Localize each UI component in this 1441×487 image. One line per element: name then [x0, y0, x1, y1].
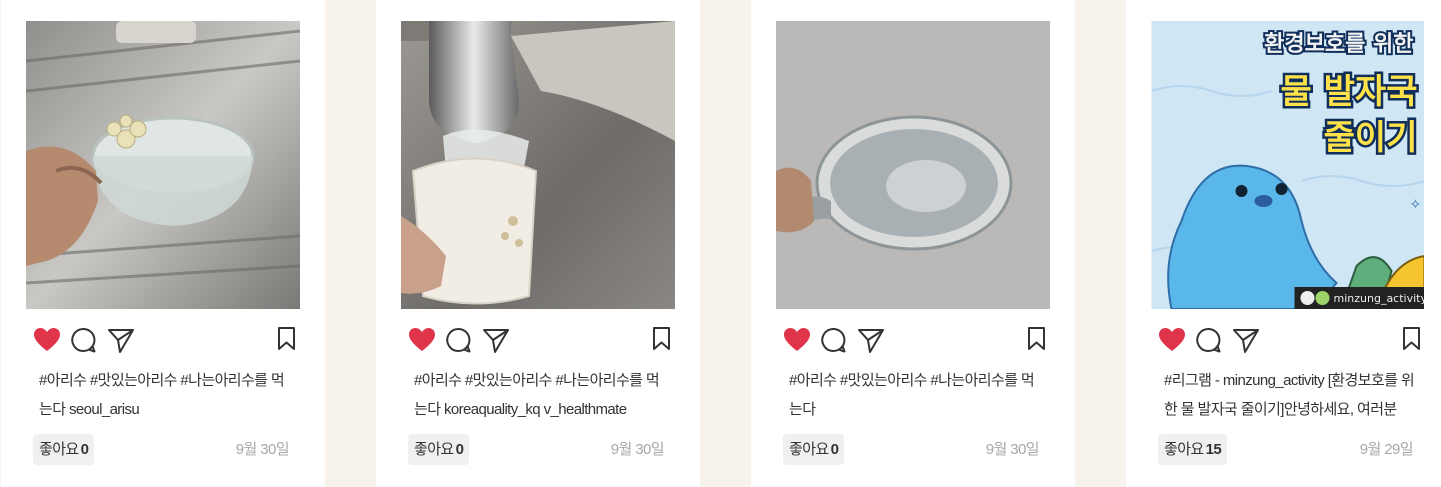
post-card[interactable]: 환경보호를 위한 물 발자국 줄이기 ✧ minzung_activity #리…	[1126, 0, 1441, 487]
heart-icon[interactable]	[407, 325, 437, 355]
action-bar	[407, 325, 670, 355]
bookmark-icon[interactable]	[647, 325, 677, 355]
paper-plane-icon[interactable]	[106, 325, 136, 355]
likes-count: 0	[80, 441, 89, 458]
comment-icon[interactable]	[68, 325, 98, 355]
image-headline-3: 줄이기	[1324, 118, 1418, 158]
comment-icon[interactable]	[443, 325, 473, 355]
likes-badge: 좋아요 0	[33, 434, 95, 465]
likes-badge: 좋아요 0	[408, 434, 470, 465]
post-photo[interactable]	[26, 21, 300, 309]
comment-icon[interactable]	[818, 325, 848, 355]
sparkle-icon: ✧	[1410, 196, 1422, 212]
bookmark-icon[interactable]	[1397, 325, 1427, 355]
post-caption[interactable]: #리그램 - minzung_activity [환경보호를 위한 물 발자국 …	[1164, 366, 1416, 424]
likes-count: 15	[1205, 441, 1222, 458]
paper-plane-icon[interactable]	[1231, 325, 1261, 355]
likes-badge: 좋아요 15	[1158, 434, 1228, 465]
image-handle: minzung_activity	[1334, 292, 1425, 305]
post-caption[interactable]: #아리수 #맛있는아리수 #나는아리수를 먹는다 seoul_arisu	[39, 366, 291, 424]
post-photo[interactable]	[776, 21, 1050, 309]
bookmark-icon[interactable]	[272, 325, 302, 355]
post-photo[interactable]	[401, 21, 675, 309]
post-card[interactable]: #아리수 #맛있는아리수 #나는아리수를 먹는다 좋아요 0 9월 30일	[751, 0, 1075, 487]
post-card[interactable]: #아리수 #맛있는아리수 #나는아리수를 먹는다 seoul_arisu 좋아요…	[1, 0, 325, 487]
heart-icon[interactable]	[32, 325, 62, 355]
image-headline-2: 물 발자국	[1281, 72, 1418, 112]
post-date: 9월 30일	[610, 441, 665, 458]
action-bar	[1157, 325, 1420, 355]
likes-count: 0	[830, 441, 839, 458]
likes-label: 좋아요	[1164, 441, 1204, 458]
likes-label: 좋아요	[39, 441, 79, 458]
post-card[interactable]: #아리수 #맛있는아리수 #나는아리수를 먹는다 koreaquality_kq…	[376, 0, 700, 487]
bookmark-icon[interactable]	[1022, 325, 1052, 355]
likes-label: 좋아요	[414, 441, 454, 458]
paper-plane-icon[interactable]	[856, 325, 886, 355]
post-photo[interactable]: 환경보호를 위한 물 발자국 줄이기 ✧ minzung_activity	[1151, 21, 1424, 309]
action-bar	[782, 325, 1045, 355]
post-caption[interactable]: #아리수 #맛있는아리수 #나는아리수를 먹는다	[789, 366, 1041, 424]
paper-plane-icon[interactable]	[481, 325, 511, 355]
likes-badge: 좋아요 0	[783, 434, 845, 465]
heart-icon[interactable]	[782, 325, 812, 355]
post-caption[interactable]: #아리수 #맛있는아리수 #나는아리수를 먹는다 koreaquality_kq…	[414, 366, 666, 424]
comment-icon[interactable]	[1193, 325, 1223, 355]
image-headline-1: 환경보호를 위한	[1264, 32, 1413, 57]
likes-count: 0	[455, 441, 464, 458]
post-date: 9월 30일	[985, 441, 1040, 458]
heart-icon[interactable]	[1157, 325, 1187, 355]
post-date: 9월 29일	[1359, 441, 1414, 458]
likes-label: 좋아요	[789, 441, 829, 458]
action-bar	[32, 325, 295, 355]
post-date: 9월 30일	[235, 441, 290, 458]
